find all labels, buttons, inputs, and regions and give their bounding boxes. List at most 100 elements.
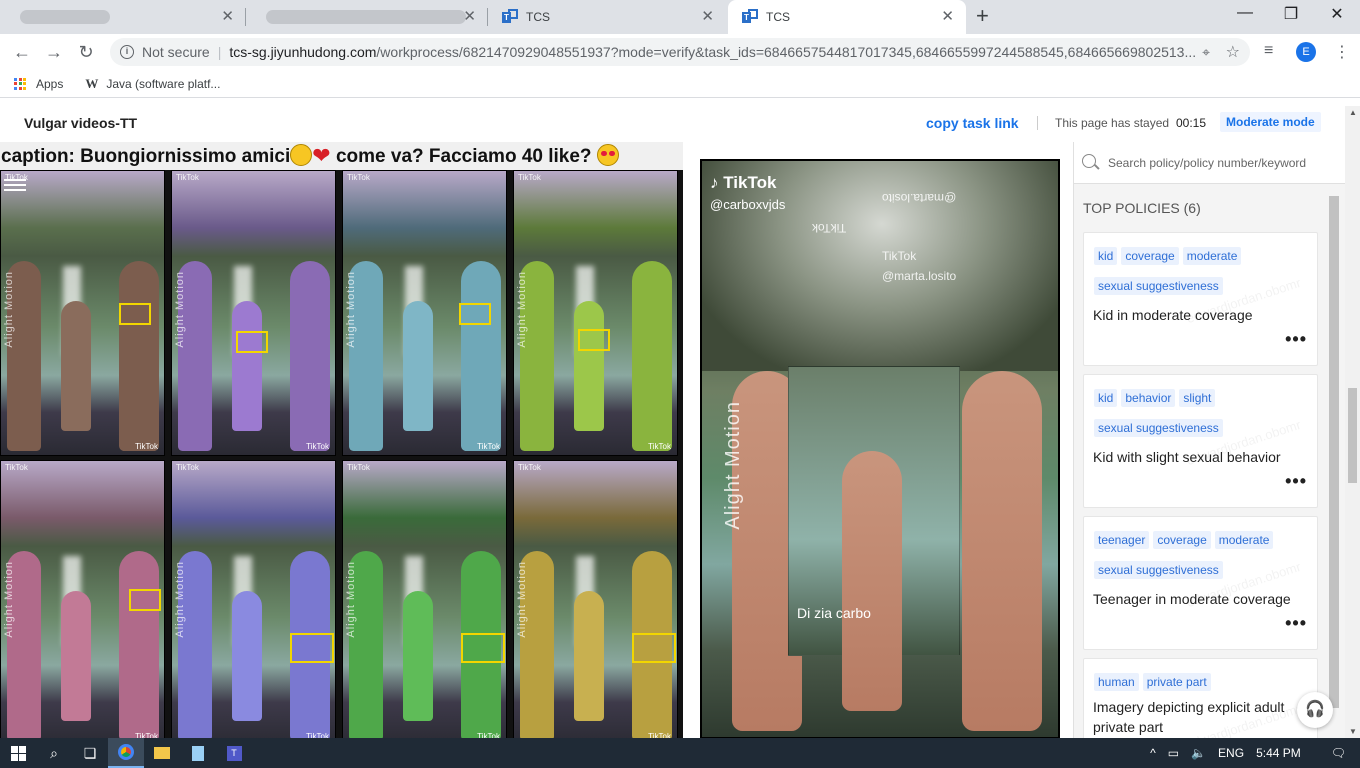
- alight-motion-watermark: Alight Motion: [722, 401, 744, 530]
- alight-motion-watermark: Alight Motion: [345, 561, 357, 638]
- notepad-icon[interactable]: [180, 738, 216, 768]
- minimize-button[interactable]: —: [1222, 4, 1268, 22]
- alight-motion-watermark: Alight Motion: [3, 271, 15, 348]
- frame-thumbnail[interactable]: TikTok TikTok Alight Motion: [0, 170, 165, 456]
- sidebar-scroll-thumb[interactable]: [1329, 196, 1339, 708]
- close-window-button[interactable]: ✕: [1314, 4, 1360, 24]
- language-indicator[interactable]: ENG: [1218, 746, 1244, 760]
- start-windows-icon[interactable]: [0, 738, 36, 768]
- page-scroll-thumb[interactable]: [1348, 388, 1357, 483]
- policy-tag: behavior: [1121, 389, 1176, 407]
- alight-motion-watermark: Alight Motion: [516, 561, 528, 638]
- person-figure: [232, 591, 262, 721]
- back-arrow-icon[interactable]: ←: [6, 42, 38, 63]
- policy-sidebar: TOP POLICIES (6) kidcoveragemoderatesexu…: [1073, 142, 1346, 752]
- tab-label: TCS: [526, 10, 550, 24]
- close-tab-icon[interactable]: ✕: [701, 9, 714, 24]
- frame-thumbnail[interactable]: TikTok TikTok Alight Motion: [513, 460, 678, 746]
- search-icon[interactable]: ⌕: [36, 738, 72, 768]
- tiktok-watermark: TikTok: [648, 442, 671, 451]
- highlight-box: [119, 303, 151, 325]
- scroll-down-arrow-icon[interactable]: ▼: [1349, 727, 1357, 736]
- notification-icon[interactable]: 🗨: [1331, 746, 1346, 760]
- apps-grid-icon: [14, 77, 26, 90]
- support-headset-icon[interactable]: 🎧: [1297, 692, 1333, 728]
- copy-task-link[interactable]: copy task link: [926, 115, 1019, 131]
- video-caption: caption: Buongiornissimo amici ❤ come va?…: [0, 142, 683, 170]
- alight-motion-watermark: Alight Motion: [174, 561, 186, 638]
- bookmark-java[interactable]: W Java (software platf...: [85, 76, 220, 92]
- task-view-icon[interactable]: ❏: [72, 738, 108, 768]
- location-target-icon[interactable]: ⌖: [1202, 44, 1210, 61]
- moderate-mode-button[interactable]: Moderate mode: [1220, 112, 1321, 132]
- more-menu-icon[interactable]: ⋮: [1334, 42, 1350, 62]
- info-icon[interactable]: i: [120, 45, 134, 59]
- highlight-box: [236, 331, 268, 353]
- scroll-up-arrow-icon[interactable]: ▲: [1349, 108, 1357, 117]
- clock[interactable]: 5:44 PM: [1256, 746, 1301, 760]
- tray-chevron-icon[interactable]: ^: [1150, 746, 1156, 760]
- person-figure: [403, 591, 433, 721]
- more-options-icon[interactable]: •••: [1285, 613, 1307, 634]
- highlight-box: [632, 633, 676, 663]
- close-tab-icon[interactable]: ✕: [221, 9, 234, 24]
- frame-thumbnail[interactable]: TikTok TikTok Alight Motion: [0, 460, 165, 746]
- page-title: Vulgar videos-TT: [24, 115, 138, 131]
- video-player[interactable]: TikTok @marta.losito TikTok @marta.losit…: [700, 159, 1060, 739]
- policy-card[interactable]: human private part Imagery depicting expli…: [1083, 658, 1318, 752]
- reload-icon[interactable]: ↻: [70, 42, 102, 63]
- person-figure: [632, 261, 672, 451]
- blurred-tab-title: [20, 10, 110, 24]
- tiktok-watermark: TikTok: [347, 463, 370, 472]
- more-options-icon[interactable]: •••: [1285, 329, 1307, 350]
- address-divider: |: [217, 44, 222, 60]
- policy-tags: kid behavior slight sexual suggestiveness: [1094, 389, 1314, 449]
- frame-thumbnail[interactable]: TikTok TikTok Alight Motion: [513, 170, 678, 456]
- policy-tag: moderate: [1214, 531, 1274, 549]
- policy-card[interactable]: kid behavior slightsexual suggestiveness Ki…: [1083, 374, 1318, 508]
- new-tab-button[interactable]: +: [976, 4, 989, 28]
- bookmark-label: Java (software platf...: [106, 76, 221, 91]
- bookmark-star-icon[interactable]: ☆: [1226, 42, 1240, 62]
- heart-eyes-emoji-icon: [596, 144, 619, 166]
- teams-icon[interactable]: T: [216, 738, 252, 768]
- volume-icon[interactable]: 🔈: [1191, 746, 1206, 760]
- file-explorer-icon[interactable]: [144, 738, 180, 768]
- policy-tag: kid: [1094, 247, 1118, 265]
- bookmark-label: Apps: [36, 76, 64, 91]
- tiktok-watermark: TikTok: [135, 442, 158, 451]
- maximize-button[interactable]: ❐: [1268, 4, 1314, 24]
- page-scrollbar[interactable]: ▲ ▼: [1345, 106, 1360, 738]
- mirror-watermark: TikTok: [812, 221, 847, 235]
- browser-tab-3[interactable]: T TCS ✕: [488, 0, 726, 34]
- close-tab-icon[interactable]: ✕: [463, 9, 476, 24]
- mirror-watermark: TikTok: [882, 249, 917, 263]
- forward-arrow-icon[interactable]: →: [38, 42, 70, 63]
- frame-thumbnail[interactable]: TikTok TikTok Alight Motion: [171, 460, 336, 746]
- tiktok-watermark: TikTok: [306, 442, 329, 451]
- browser-tab-1[interactable]: ✕: [0, 0, 246, 34]
- hamburger-menu-icon[interactable]: [4, 176, 26, 192]
- network-icon[interactable]: ▭: [1168, 746, 1179, 760]
- address-bar[interactable]: i Not secure | tcs-sg.jiyunhudong.com /w…: [110, 38, 1250, 66]
- policy-card[interactable]: kid coverage moderate sexual suggestiveness…: [1083, 232, 1318, 366]
- policy-search-input[interactable]: [1108, 152, 1338, 174]
- frame-thumbnail[interactable]: TikTok TikTok Alight Motion: [342, 170, 507, 456]
- close-tab-icon[interactable]: ✕: [941, 9, 954, 24]
- person-figure: [574, 301, 604, 431]
- red-heart-emoji-icon: ❤: [312, 143, 331, 168]
- media-queue-icon[interactable]: ≡: [1264, 42, 1273, 60]
- person-figure: [119, 261, 159, 451]
- frame-thumbnail[interactable]: TikTok TikTok Alight Motion: [342, 460, 507, 746]
- bookmarks-bar: Apps W Java (software platf...: [0, 70, 1360, 98]
- more-options-icon[interactable]: •••: [1285, 471, 1307, 492]
- profile-avatar[interactable]: E: [1296, 42, 1316, 62]
- chrome-icon[interactable]: [108, 738, 144, 768]
- frame-thumbnail[interactable]: TikTok TikTok Alight Motion: [171, 170, 336, 456]
- browser-tab-4-active[interactable]: T TCS ✕: [728, 0, 966, 34]
- tiktok-watermark: TikTok: [347, 173, 370, 182]
- bookmark-apps[interactable]: Apps: [14, 77, 63, 91]
- browser-tab-2[interactable]: ✕: [246, 0, 488, 34]
- person-figure: [290, 261, 330, 451]
- policy-card[interactable]: teenager coverage moderate sexual suggestiv…: [1083, 516, 1318, 650]
